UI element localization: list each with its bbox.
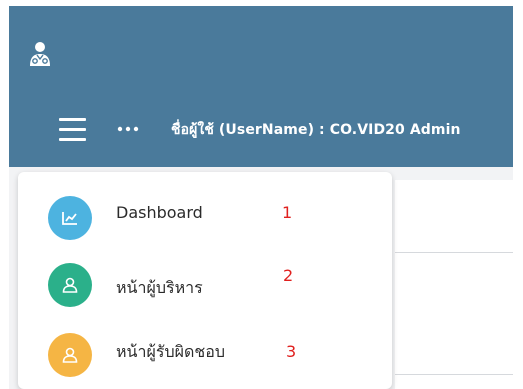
annotation-number: 3	[286, 342, 297, 361]
user-icon	[62, 347, 78, 363]
top-header-bar: ชื่อผู้ใช้ (UserName) : CO.VID20 Admin	[9, 6, 513, 167]
panel-divider	[395, 374, 513, 375]
menu-item-executive[interactable]: หน้าผู้บริหาร 2	[18, 258, 392, 318]
menu-item-label: Dashboard	[116, 203, 203, 222]
hamburger-line	[59, 138, 86, 141]
dropdown-menu: Dashboard 1 หน้าผู้บริหาร 2 หน้าผู้รับผิ…	[18, 172, 392, 389]
background-panel	[395, 180, 513, 389]
annotation-number: 1	[282, 203, 293, 222]
chart-line-icon	[62, 212, 77, 225]
menu-item-label: หน้าผู้รับผิดชอบ	[116, 342, 225, 361]
hamburger-menu-icon[interactable]	[59, 118, 86, 143]
menu-item-label: หน้าผู้บริหาร	[116, 278, 203, 297]
annotation-number: 2	[283, 266, 294, 285]
hamburger-line	[59, 128, 86, 131]
menu-icon-circle	[48, 333, 92, 377]
user-doctor-icon[interactable]	[29, 41, 51, 67]
menu-icon-circle	[48, 263, 92, 307]
username-label: ชื่อผู้ใช้ (UserName) : CO.VID20 Admin	[171, 122, 461, 138]
menu-icon-circle	[48, 196, 92, 240]
menu-item-dashboard[interactable]: Dashboard 1	[18, 191, 392, 251]
hamburger-line	[59, 118, 86, 121]
user-icon	[62, 277, 78, 293]
panel-divider	[395, 252, 513, 253]
menu-item-responsible[interactable]: หน้าผู้รับผิดชอบ 3	[18, 328, 392, 388]
more-dots-icon[interactable]	[117, 124, 139, 134]
